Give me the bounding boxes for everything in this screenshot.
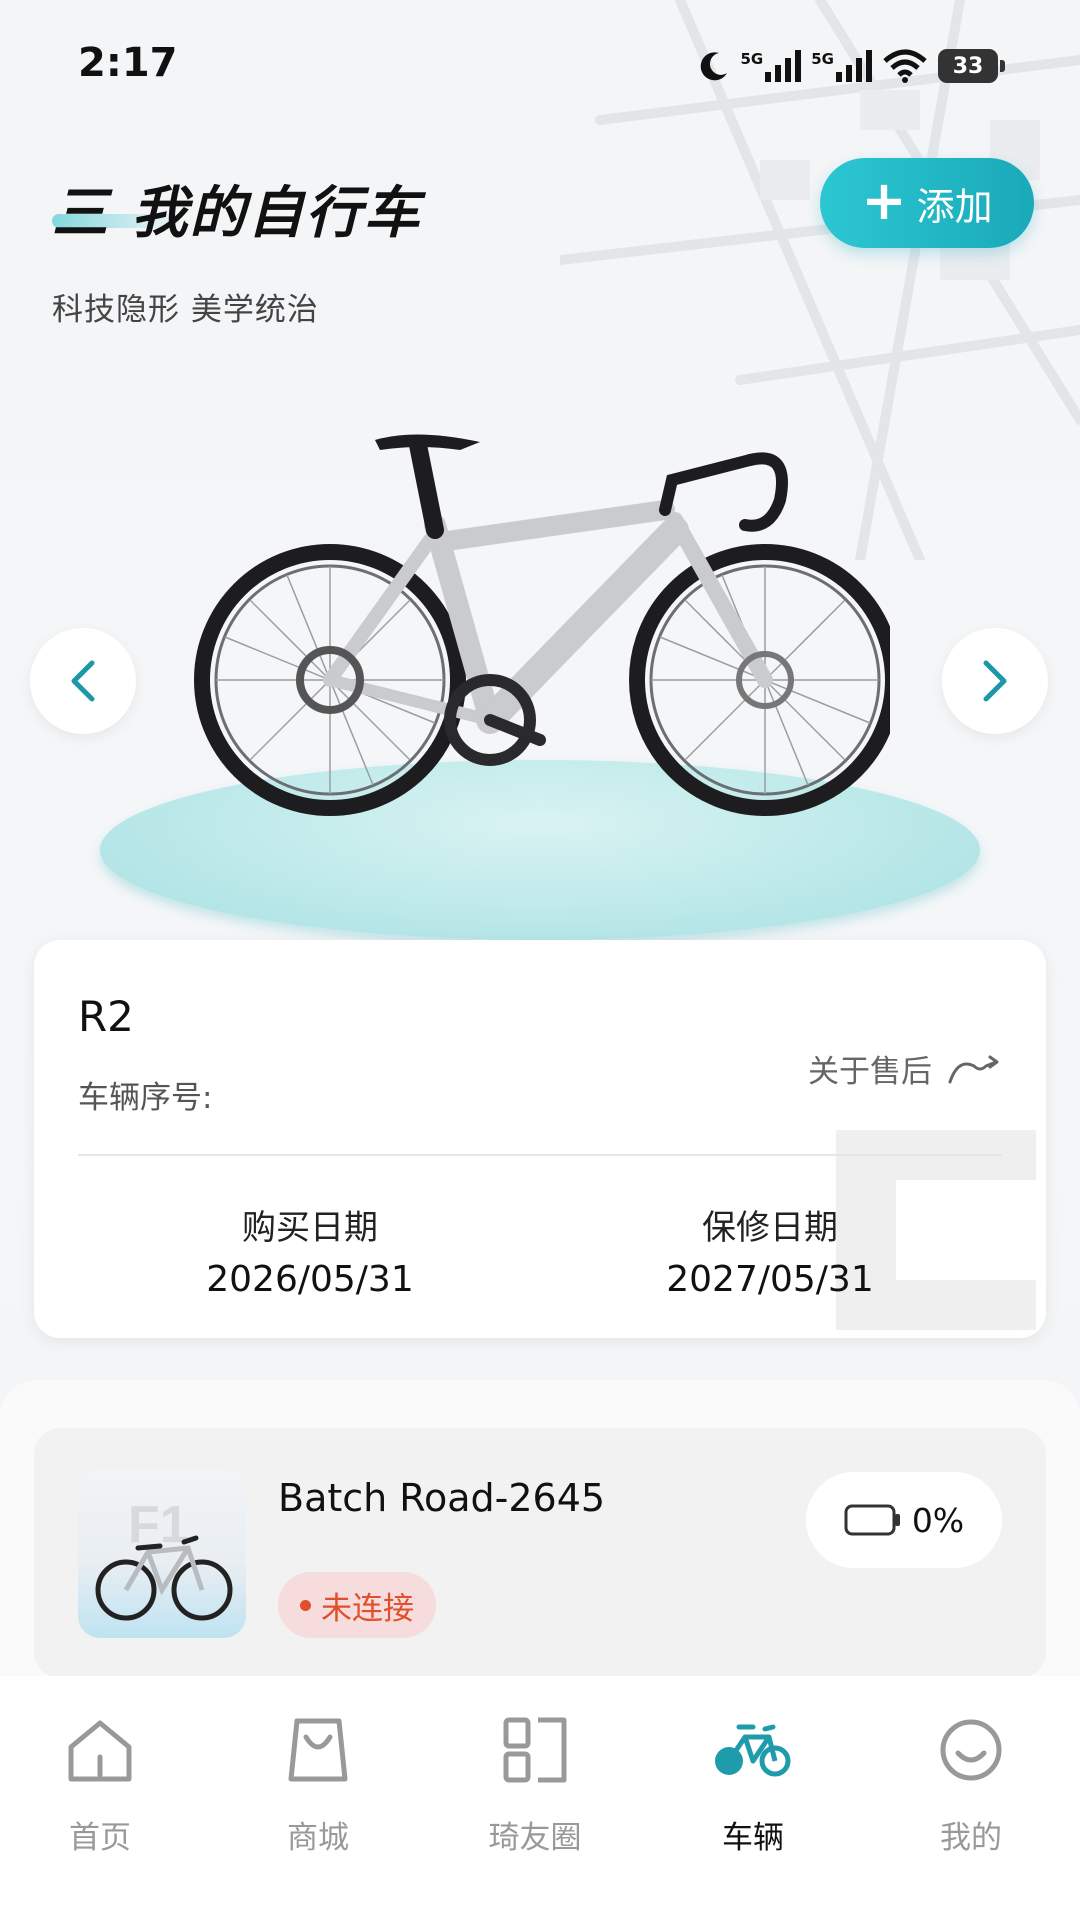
chevron-right-icon (983, 660, 1007, 702)
bike-info-card: R2 车辆序号: 关于售后 购买日期 2026/05/31 保修日期 2027/… (34, 940, 1046, 1338)
warranty-date-label: 保修日期 (702, 1208, 838, 1248)
device-card[interactable]: F1 Batch Road-2645 未连接 0% (34, 1428, 1046, 1678)
purchase-date-block: 购买日期 2026/05/31 (130, 1200, 490, 1300)
device-battery-value: 0% (911, 1500, 965, 1540)
bicycle-icon (715, 1724, 791, 1777)
moon-icon (700, 52, 727, 81)
battery-level: 33 (952, 53, 984, 79)
share-arrow-icon (948, 1055, 999, 1083)
battery-outline-icon (844, 1504, 900, 1536)
smiley-icon (940, 1719, 1002, 1781)
card-divider (78, 1154, 1002, 1156)
previous-bike-button[interactable] (30, 628, 136, 734)
after-sales-label: 关于售后 (808, 1054, 932, 1090)
status-dot (300, 1599, 311, 1611)
device-name: Batch Road-2645 (278, 1476, 606, 1520)
add-button-label: 添加 (916, 184, 993, 229)
device-thumbnail: F1 (78, 1470, 246, 1638)
status-bar: 2:17 5G 5G 33 (0, 0, 1080, 120)
bike-image (194, 434, 890, 816)
tab-home-label: 首页 (69, 1820, 131, 1856)
tab-home[interactable]: 首页 (20, 1712, 180, 1857)
signal-5g-icon-2: 5G (811, 50, 872, 82)
purchase-date-value: 2026/05/31 (206, 1259, 414, 1300)
wifi-icon (883, 49, 927, 83)
home-icon (68, 1720, 132, 1782)
status-time: 2:17 (78, 40, 178, 86)
page-title: 三 我的自行车 (52, 181, 422, 246)
community-grid-icon (503, 1717, 567, 1783)
bottom-tab-bar: 首页 商城 琦友圈 车辆 我的 (0, 1676, 1080, 1920)
device-battery-indicator: 0% (806, 1472, 1002, 1568)
tab-shop-label: 商城 (287, 1820, 349, 1856)
connection-status-text: 未连接 (321, 1590, 414, 1627)
warranty-date-value: 2027/05/31 (666, 1259, 874, 1300)
after-sales-link[interactable]: 关于售后 (808, 1046, 1000, 1091)
signal-label: 5G (740, 50, 764, 68)
plus-icon: + (861, 169, 907, 232)
serial-number-label: 车辆序号: (78, 1080, 213, 1116)
tab-community-label: 琦友圈 (488, 1820, 582, 1856)
next-bike-button[interactable] (942, 628, 1048, 734)
shopping-bag-icon (288, 1718, 348, 1782)
purchase-date-label: 购买日期 (242, 1208, 378, 1248)
tab-vehicle-label: 车辆 (722, 1820, 784, 1856)
signal-5g-icon: 5G (741, 50, 802, 82)
chevron-left-icon (71, 660, 95, 702)
warranty-date-block: 保修日期 2027/05/31 (590, 1200, 950, 1300)
bike-model-name: R2 (78, 992, 134, 1041)
signal-label-2: 5G (811, 50, 834, 68)
add-bike-button[interactable]: + 添加 (820, 158, 1034, 248)
tab-shop[interactable]: 商城 (238, 1712, 398, 1857)
tab-mine[interactable]: 我的 (891, 1712, 1051, 1857)
tab-mine-label: 我的 (940, 1820, 1002, 1856)
tab-vehicle[interactable]: 车辆 (673, 1712, 833, 1857)
battery-icon: 33 (938, 49, 1005, 83)
connection-status-badge: 未连接 (278, 1572, 436, 1638)
tab-community[interactable]: 琦友圈 (455, 1712, 615, 1857)
status-icons: 5G 5G 33 (697, 44, 1005, 88)
page-subtitle: 科技隐形 美学统治 (52, 292, 319, 328)
